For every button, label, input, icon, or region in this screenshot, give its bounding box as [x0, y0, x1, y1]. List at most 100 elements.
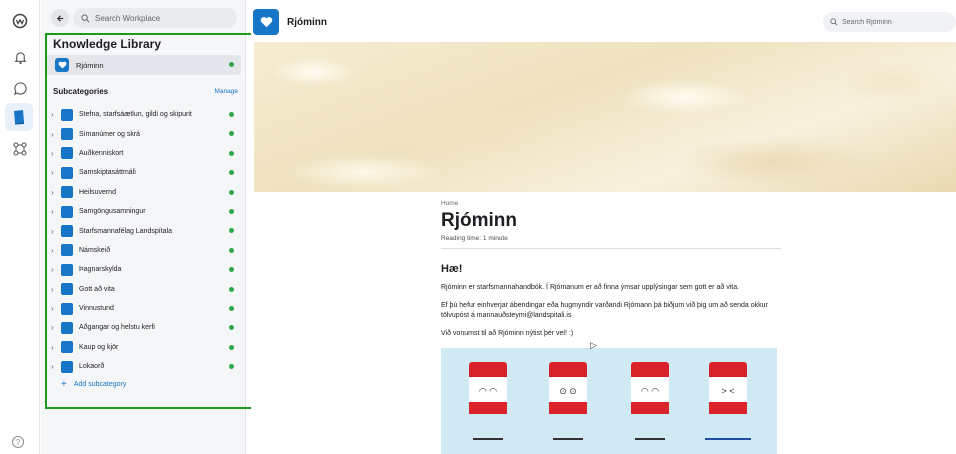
subcategory-label: Símanúmer og skrá: [79, 130, 141, 138]
list-item[interactable]: › Þagnarskylda: [45, 260, 241, 279]
milk-carton-illustration: ◠ ◠ ⊙ ⊙ ◠ ◠ > <: [441, 348, 777, 454]
workplace-logo-icon[interactable]: [9, 10, 31, 32]
chevron-right-icon[interactable]: ›: [51, 149, 61, 158]
chevron-right-icon[interactable]: ›: [51, 265, 61, 274]
status-dot: [229, 62, 234, 67]
chat-icon[interactable]: [9, 77, 31, 99]
article: Home Rjóminn Reading time: 1 minute Hæ! …: [441, 198, 781, 340]
chevron-right-icon[interactable]: ›: [51, 110, 61, 119]
subcategory-icon: [61, 205, 73, 218]
status-dot: [229, 170, 234, 176]
status-dot: [229, 150, 234, 156]
status-dot: [229, 208, 234, 214]
subcategory-label: Kaup og kjör: [79, 343, 119, 351]
article-paragraph: Ef þú hefur einhverjar ábendingar eða hu…: [441, 302, 768, 320]
carton-legs: [635, 416, 665, 440]
knowledge-library-sidebar: Knowledge Library Rjóminn Subcategories …: [41, 0, 246, 454]
list-item[interactable]: › Heilsuvernd: [45, 183, 241, 202]
subcategory-icon: [61, 244, 73, 257]
add-subcategory-label: Add subcategory: [73, 381, 127, 388]
list-item[interactable]: › Aðgangar og helstu kerfi: [45, 318, 241, 337]
list-item[interactable]: › Lokaorð: [45, 357, 241, 376]
search-input[interactable]: [95, 13, 225, 23]
subcategory-label: Aðgangar og helstu kerfi: [79, 324, 155, 332]
subcategory-icon: [61, 108, 73, 121]
list-item[interactable]: › Stefna, starfsáætlun, gildi og skipurit: [45, 105, 241, 124]
breadcrumb[interactable]: Home: [441, 200, 781, 207]
carton-character: ◠ ◠: [469, 362, 507, 414]
article-paragraph: Við vonumst til að Rjóminn nýtist þér ve…: [441, 330, 574, 338]
add-subcategory-button[interactable]: + Add subcategory: [61, 379, 126, 390]
list-item[interactable]: › Starfsmannafélag Landspítala: [45, 221, 241, 240]
workplace-app: ? Knowledge Library Rjóminn Subcategorie…: [0, 0, 956, 454]
list-item[interactable]: › Auðkenniskort: [45, 144, 241, 163]
carton-legs: [473, 416, 503, 440]
chevron-right-icon[interactable]: ›: [51, 188, 61, 197]
subcategory-icon: [61, 321, 73, 334]
back-button[interactable]: [51, 9, 69, 27]
status-dot: [229, 305, 234, 311]
bell-icon[interactable]: [9, 46, 31, 68]
subcategory-label: Auðkenniskort: [79, 149, 124, 157]
status-dot: [229, 131, 234, 137]
list-item[interactable]: › Vinnustund: [45, 299, 241, 318]
subcategory-label: Þagnarskylda: [79, 266, 122, 274]
search-icon: [830, 18, 838, 26]
manage-link[interactable]: Manage: [215, 88, 239, 95]
chevron-right-icon[interactable]: ›: [51, 304, 61, 313]
groups-icon[interactable]: [9, 138, 31, 160]
knowledge-library-icon[interactable]: [5, 103, 33, 131]
arrow-left-icon: [56, 14, 63, 22]
status-dot: [229, 267, 234, 273]
mouse-cursor-icon: ▷: [590, 340, 597, 350]
list-item[interactable]: › Samskiptasáttmáli: [45, 163, 241, 182]
subcategory-icon: [61, 263, 73, 276]
content-header: Rjóminn: [251, 8, 956, 36]
list-item[interactable]: › Símanúmer og skrá: [45, 124, 241, 143]
carton-character: ⊙ ⊙: [549, 362, 587, 414]
subcategories-label: Subcategories: [53, 87, 109, 96]
carton-legs: [553, 416, 583, 440]
article-heading: Hæ!: [441, 263, 463, 275]
list-item[interactable]: › Gott að vita: [45, 280, 241, 299]
icon-rail: ?: [0, 0, 40, 454]
chevron-right-icon[interactable]: ›: [51, 168, 61, 177]
scooter: [705, 416, 751, 440]
status-dot: [229, 364, 234, 370]
subcategory-icon: [61, 341, 73, 354]
list-item[interactable]: › Kaup og kjör: [45, 338, 241, 357]
status-dot: [229, 286, 234, 292]
chevron-right-icon[interactable]: ›: [51, 130, 61, 139]
search-icon: [81, 13, 90, 22]
article-title: Rjóminn: [441, 210, 517, 231]
subcategory-icon: [61, 283, 73, 296]
list-item[interactable]: › Samgöngusamningur: [45, 202, 241, 221]
chevron-right-icon[interactable]: ›: [51, 246, 61, 255]
subcategory-icon: [61, 360, 73, 373]
chevron-right-icon[interactable]: ›: [51, 362, 61, 371]
chevron-right-icon[interactable]: ›: [51, 207, 61, 216]
chevron-right-icon[interactable]: ›: [51, 227, 61, 236]
workplace-search[interactable]: [73, 8, 237, 28]
list-item[interactable]: › Námskeið: [45, 241, 241, 260]
library-search[interactable]: [823, 12, 956, 32]
help-icon[interactable]: ?: [12, 436, 24, 448]
status-dot: [229, 325, 234, 331]
plus-icon: +: [61, 379, 67, 390]
chevron-right-icon[interactable]: ›: [51, 285, 61, 294]
chevron-right-icon[interactable]: ›: [51, 323, 61, 332]
subcategory-icon: [61, 225, 73, 238]
library-title: Knowledge Library: [53, 37, 162, 51]
root-item-label: Rjóminn: [76, 60, 104, 70]
article-paragraph: Rjóminn er starfsmannahandbók. Í Rjómanu…: [441, 284, 740, 291]
subcategory-icon: [61, 128, 73, 141]
carton-character: ◠ ◠: [631, 362, 669, 414]
status-dot: [229, 228, 234, 234]
library-root-item[interactable]: Rjóminn: [45, 55, 241, 75]
search-input[interactable]: [842, 18, 952, 26]
chevron-right-icon[interactable]: ›: [51, 343, 61, 352]
page-title: Rjóminn: [287, 16, 327, 28]
cover-image: [254, 42, 956, 192]
status-dot: [229, 247, 234, 253]
subcategory-label: Lokaorð: [79, 363, 105, 371]
